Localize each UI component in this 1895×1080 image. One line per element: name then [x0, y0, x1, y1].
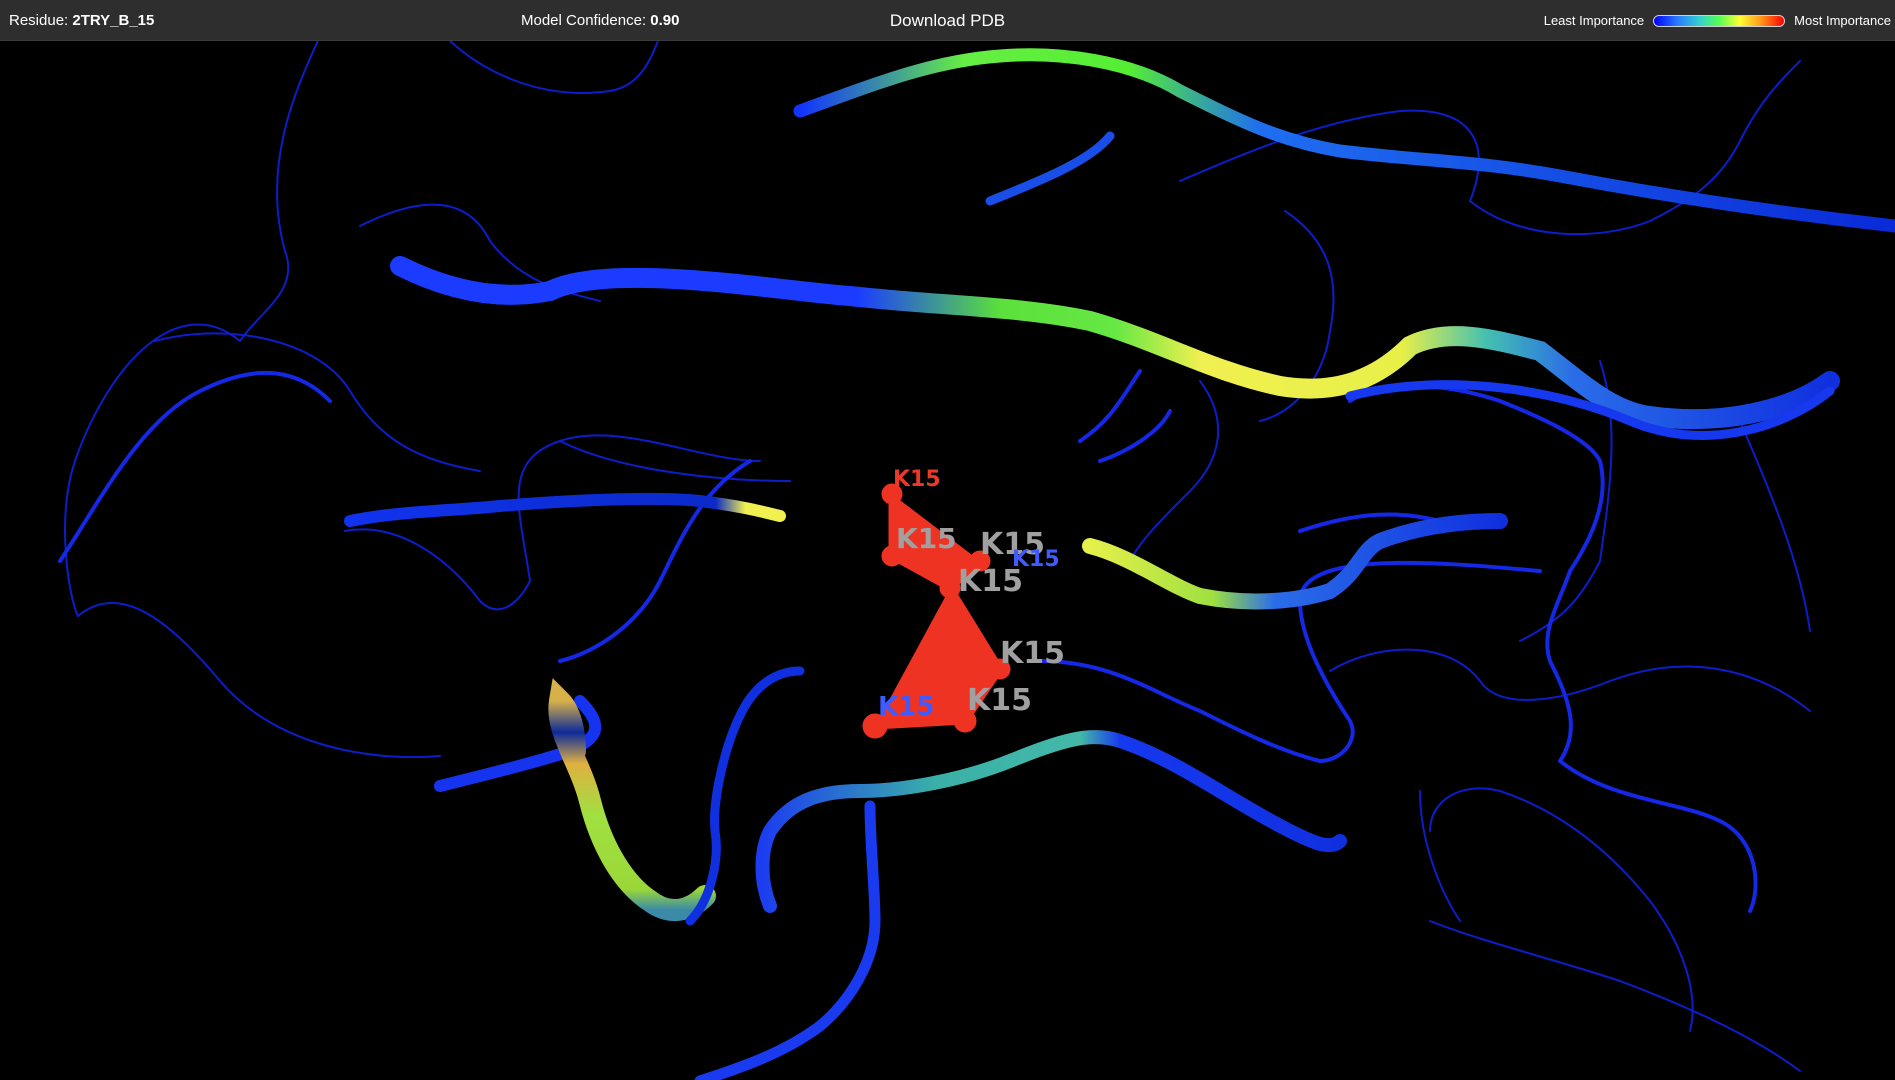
- legend-max-label: Most Importance: [1794, 13, 1891, 28]
- beta-strands: [344, 48, 1895, 1080]
- residue-label-k15: K15: [1000, 636, 1065, 671]
- residue-indicator: Residue: 2TRY_B_15: [9, 0, 154, 41]
- loop-coil: [58, 369, 1758, 913]
- molecule-viewer[interactable]: K15 K15 K15 K15 K15 K15 K15 K15: [0, 41, 1895, 1080]
- protein-structure[interactable]: K15 K15 K15 K15 K15 K15 K15 K15: [0, 41, 1895, 1080]
- importance-gradient-bar: [1653, 14, 1786, 27]
- importance-legend: Least Importance Most Importance: [1544, 0, 1891, 41]
- model-confidence: Model Confidence: 0.90: [521, 0, 679, 41]
- residue-label-k15: K15: [958, 564, 1023, 599]
- confidence-label: Model Confidence:: [521, 12, 647, 29]
- residue-label-k15: K15: [967, 683, 1032, 718]
- download-pdb-button[interactable]: Download PDB: [890, 11, 1005, 30]
- confidence-value: 0.90: [650, 12, 680, 29]
- residue-label-k15: K15: [896, 522, 957, 555]
- legend-min-label: Least Importance: [1543, 13, 1645, 28]
- toolbar: Residue: 2TRY_B_15 Model Confidence: 0.9…: [0, 0, 1895, 41]
- residue-label-k15: K15: [878, 692, 934, 722]
- residue-label-k15: K15: [893, 467, 941, 492]
- residue-label: Residue:: [9, 12, 69, 29]
- residue-value: 2TRY_B_15: [72, 12, 155, 29]
